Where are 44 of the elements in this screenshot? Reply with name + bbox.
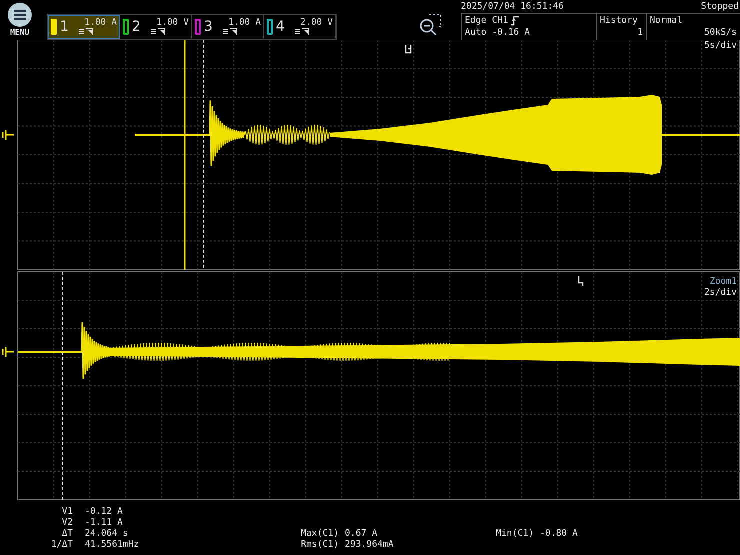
cursor-label: ΔT xyxy=(61,529,74,540)
trigger-source: Edge CH1 xyxy=(465,15,508,27)
cursor-value: 24.064 s xyxy=(85,529,130,540)
acquisition-panel[interactable]: Normal 50kS/s xyxy=(647,14,740,40)
timebase-label: 2s/div xyxy=(704,288,737,299)
coupling-icon xyxy=(222,28,238,36)
channel-tab[interactable]: 1 1.00 A xyxy=(48,15,120,39)
trigger-level: Auto -0.16 A xyxy=(465,27,532,39)
cursor-value: 41.5561mHz xyxy=(85,540,140,551)
coupling-icon xyxy=(150,28,166,36)
cursor-value: -0.12 A xyxy=(85,507,124,518)
timebase-label: 5s/div xyxy=(704,41,737,52)
trigger-marker-icon xyxy=(578,276,584,286)
cursor-value: -1.11 A xyxy=(85,518,124,529)
menu-icon xyxy=(8,3,32,27)
cursor-label: V1 xyxy=(61,507,74,518)
acquisition-mode: Normal xyxy=(650,15,684,27)
timestamp: 2025/07/04 16:51:46 xyxy=(461,2,564,12)
measurement-value: 0.67 A xyxy=(345,529,379,540)
channel-marker-icon xyxy=(2,346,15,358)
zoom-label: Zoom1 xyxy=(710,277,737,288)
measurement-label: Min(C1) xyxy=(496,529,535,540)
history-value: 1 xyxy=(638,27,643,39)
trigger-panel[interactable]: Edge CH1 Auto -0.16 A xyxy=(462,14,597,40)
channel-marker-icon xyxy=(2,129,15,141)
measurement-value: -0.80 A xyxy=(540,529,579,540)
cursor-line[interactable] xyxy=(62,272,64,500)
trigger-marker-icon xyxy=(405,44,412,54)
cursor-label: V2 xyxy=(61,518,74,529)
measurement-label: Max(C1) xyxy=(301,529,340,540)
history-panel[interactable]: History 1 xyxy=(597,14,647,40)
channel-tab[interactable]: 2 1.00 V xyxy=(120,15,192,39)
channel-tab[interactable]: 3 1.00 A xyxy=(192,15,264,39)
coupling-icon xyxy=(78,28,94,36)
channel-tab[interactable]: 4 2.00 V xyxy=(264,15,336,39)
history-label: History xyxy=(600,15,638,27)
measurement-value: 293.964mA xyxy=(345,540,395,551)
measurement-label: Rms(C1) xyxy=(301,540,340,551)
sample-rate: 50kS/s xyxy=(704,27,737,39)
coupling-icon xyxy=(294,28,310,36)
menu-button[interactable]: MENU xyxy=(0,0,40,40)
cursor-label: 1/ΔT xyxy=(50,540,74,551)
run-status: Stopped xyxy=(701,2,739,12)
rising-edge-icon xyxy=(511,16,520,26)
